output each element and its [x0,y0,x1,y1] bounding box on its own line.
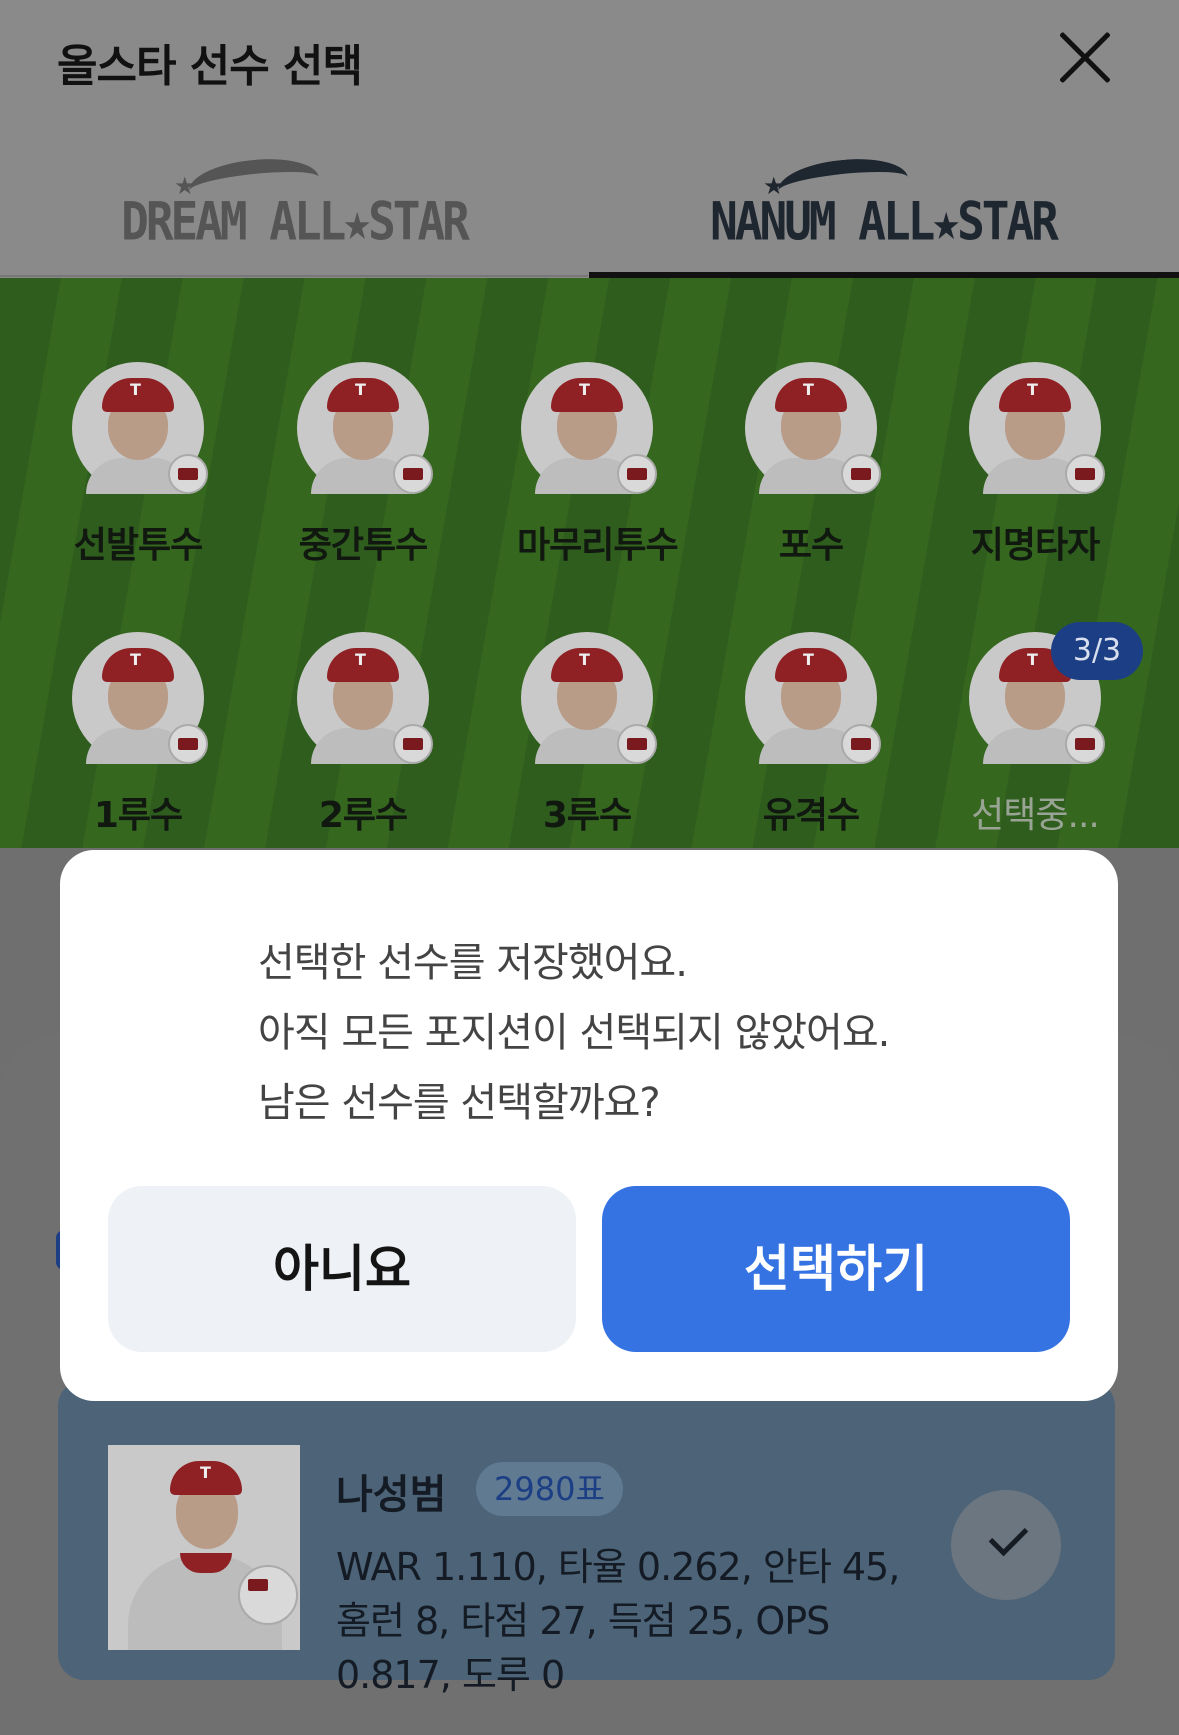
player-avatar: T [521,632,657,764]
nanum-allstar-logo: ★ NANUM ALL★STAR [589,153,1177,253]
player-avatar: T [72,632,208,764]
player-avatar: T [521,362,657,494]
position-label: 유격수 [762,795,860,836]
dialog-line: 선택한 선수를 저장했어요. [258,940,688,986]
cancel-button[interactable]: 아니요 [108,1186,576,1352]
position-label: 마무리투수 [517,525,679,566]
dialog-line: 아직 모든 포지션이 선택되지 않았어요. [258,1010,890,1056]
tigers-logo-icon [168,454,208,494]
slot-middle-reliever[interactable]: T 중간투수 [293,362,433,568]
dream-allstar-logo: ★ DREAM ALL★STAR [0,153,588,253]
tab-nanum-allstar[interactable]: ★ NANUM ALL★STAR [589,120,1179,278]
check-icon[interactable] [951,1490,1061,1600]
tigers-logo-icon [393,724,433,764]
slot-catcher[interactable]: T 포수 [741,362,881,568]
position-label: 중간투수 [298,525,428,566]
tigers-logo-icon [617,454,657,494]
position-label: 선택중... [971,795,1100,836]
slot-second-base[interactable]: T 2루수 [293,632,433,838]
player-avatar: T [297,632,433,764]
player-avatar: T [72,362,208,494]
position-label: 포수 [778,525,844,566]
tigers-logo-icon [841,724,881,764]
position-label: 지명타자 [970,525,1100,566]
select-button[interactable]: 선택하기 [602,1186,1070,1352]
player-avatar: T [297,362,433,494]
vote-count-badge: 2980표 [476,1462,623,1516]
slot-starting-pitcher[interactable]: T 선발투수 [68,362,208,568]
position-label: 선발투수 [73,525,203,566]
tigers-logo-icon [617,724,657,764]
tigers-logo-icon [238,1565,298,1625]
tab-label: NANUM ALL★STAR [710,189,1059,253]
slot-third-base[interactable]: T 3루수 [517,632,657,838]
player-photo: T [108,1445,300,1650]
slot-closer[interactable]: T 마무리투수 [517,362,679,568]
tab-dream-allstar[interactable]: ★ DREAM ALL★STAR [0,120,588,278]
player-name: 나성범 [336,1472,447,1518]
header-bar: 올스타 선수 선택 [0,0,1179,120]
dialog-line: 남은 선수를 선택할까요? [258,1080,661,1126]
tigers-logo-icon [841,454,881,494]
close-icon[interactable] [1055,28,1115,88]
page-title: 올스타 선수 선택 [57,41,363,92]
tab-label: DREAM ALL★STAR [121,189,470,253]
slot-first-base[interactable]: T 1루수 [68,632,208,838]
dialog-message: 선택한 선수를 저장했어요. 아직 모든 포지션이 선택되지 않았어요. 남은 … [258,928,890,1138]
team-tabs: ★ DREAM ALL★STAR ★ NANUM ALL★STAR [0,120,1179,278]
player-avatar: T [745,632,881,764]
selection-count-badge: 3/3 [1051,622,1143,680]
position-label: 1루수 [93,795,183,836]
position-label: 3루수 [542,795,632,836]
player-avatar: T [745,362,881,494]
tigers-logo-icon [1065,454,1105,494]
player-stats: WAR 1.110, 타율 0.262, 안타 45, 홈런 8, 타점 27,… [336,1545,900,1697]
position-label: 2루수 [318,795,408,836]
slot-designated-hitter[interactable]: T 지명타자 [965,362,1105,568]
tigers-logo-icon [393,454,433,494]
slot-shortstop[interactable]: T 유격수 [741,632,881,838]
tigers-logo-icon [1065,724,1105,764]
tigers-logo-icon [168,724,208,764]
player-avatar: T [969,362,1105,494]
